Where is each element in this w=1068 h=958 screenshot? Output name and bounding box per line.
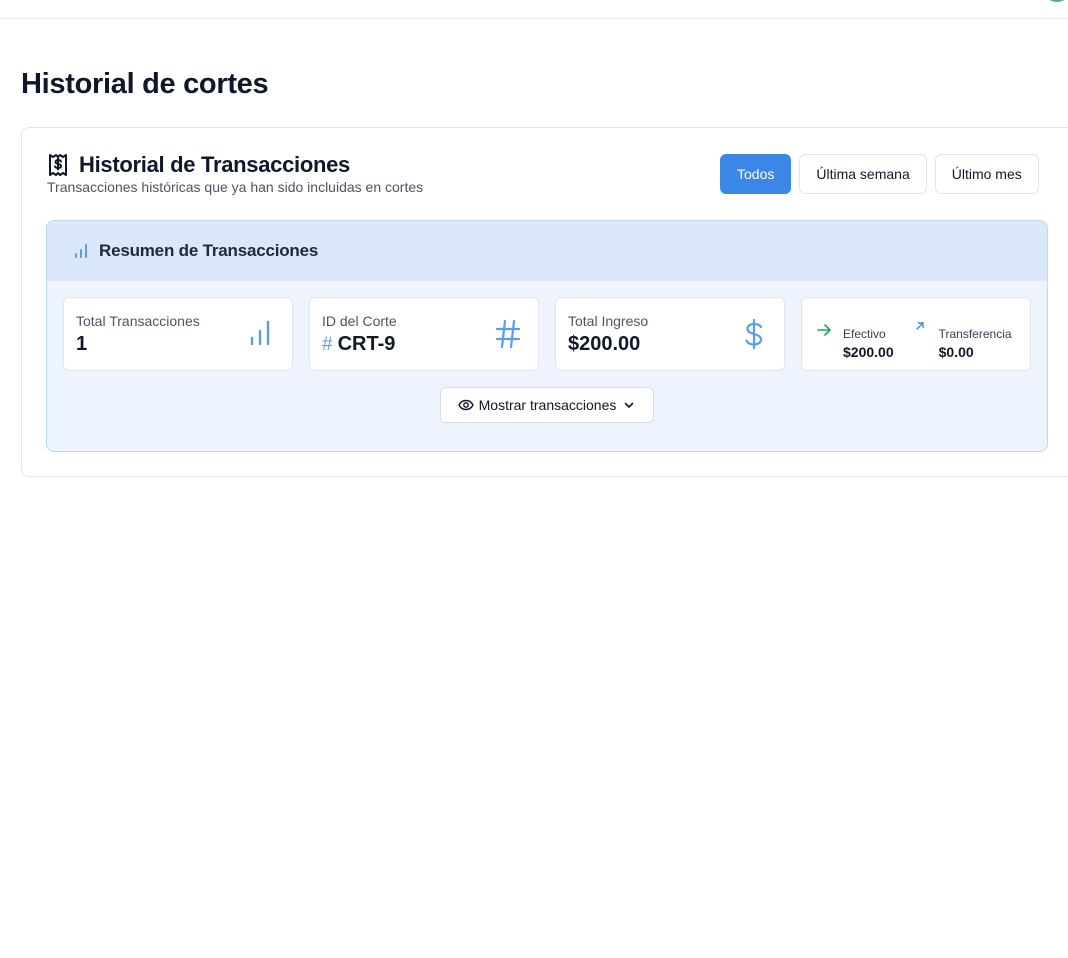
stat-total-transactions: Total Transacciones 1 <box>63 297 293 371</box>
stat-label: Total Transacciones <box>76 313 200 329</box>
hash-icon <box>494 318 522 350</box>
cash-label: Efectivo <box>843 326 886 341</box>
show-transactions-label: Mostrar transacciones <box>478 397 617 413</box>
bar-chart-icon <box>248 318 276 350</box>
show-transactions-button[interactable]: Mostrar transacciones <box>440 387 654 423</box>
hash-prefix: # <box>322 333 333 355</box>
transfer-value: $0.00 <box>938 343 974 360</box>
cash-breakdown: Efectivo $200.00 <box>816 309 894 360</box>
receipt-icon <box>47 153 69 177</box>
stat-label: ID del Corte <box>322 313 397 329</box>
stat-label: Total Ingreso <box>568 313 649 329</box>
chevron-down-icon <box>622 398 636 412</box>
stat-cut-id: ID del Corte # CRT-9 <box>309 297 539 371</box>
summary-header: Resumen de Transacciones <box>47 221 1047 281</box>
summary-title: Resumen de Transacciones <box>99 241 319 260</box>
transactions-summary-panel: Resumen de Transacciones Total Transacci… <box>46 220 1048 452</box>
stat-value: # CRT-9 <box>322 333 395 356</box>
arrow-up-right-icon <box>914 320 930 336</box>
dollar-icon <box>740 318 768 350</box>
filter-all-button[interactable]: Todos <box>720 154 792 194</box>
transactions-history-card: Historial de Transacciones Transacciones… <box>21 127 1068 477</box>
top-bar <box>0 0 1068 19</box>
stat-payment-breakdown: Efectivo $200.00 Transferencia $0.00 <box>801 297 1031 371</box>
date-filter-group: Todos Última semana Último mes <box>720 154 1039 194</box>
arrow-right-icon <box>816 322 832 338</box>
stat-value: $200.00 <box>568 333 641 355</box>
page-title: Historial de cortes <box>21 68 269 100</box>
card-subtitle: Transacciones históricas que ya han sido… <box>47 179 424 195</box>
transfer-breakdown: Transferencia $0.00 <box>914 309 1012 360</box>
eye-icon <box>457 397 474 413</box>
transfer-label: Transferencia <box>938 326 1012 341</box>
filter-last-month-button[interactable]: Último mes <box>934 154 1039 194</box>
user-avatar[interactable] <box>1046 0 1068 2</box>
card-title: Historial de Transacciones <box>79 152 350 177</box>
stat-value: 1 <box>76 333 88 355</box>
stat-total-income: Total Ingreso $200.00 <box>555 297 785 371</box>
cut-id-value: CRT-9 <box>337 333 396 355</box>
cash-value: $200.00 <box>843 343 894 360</box>
filter-last-week-button[interactable]: Última semana <box>799 154 927 194</box>
summary-stats: Total Transacciones 1 ID del Corte # CRT… <box>63 297 1031 371</box>
card-header: Historial de Transacciones <box>47 152 350 178</box>
bar-chart-icon <box>73 243 89 259</box>
